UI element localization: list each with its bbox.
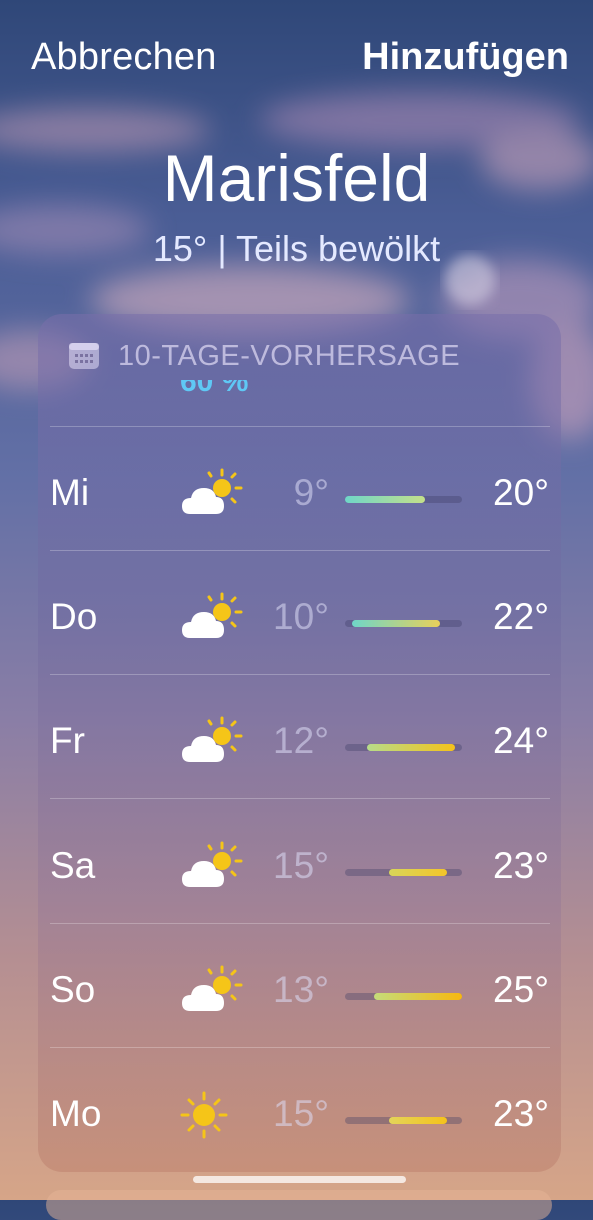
- high-temperature: 24°: [493, 720, 549, 761]
- partly-cloudy-icon: [182, 965, 243, 1011]
- temperature-range-fill: [345, 496, 426, 503]
- forecast-card[interactable]: 10-TAGE-VORHERSAGE 60 % Mi 9° 20° Do 10° 22° F…: [38, 314, 561, 1172]
- temperature-range-fill: [374, 993, 462, 1000]
- high-temperature: 23°: [493, 845, 549, 886]
- partly-cloudy-icon: [182, 592, 243, 638]
- temperature-range-bar: [345, 993, 462, 1000]
- sun-icon: [180, 1091, 228, 1139]
- navigation-bar: Abbrechen Hinzufügen: [0, 36, 593, 80]
- cancel-button[interactable]: Abbrechen: [31, 36, 217, 79]
- low-temperature: 15°: [273, 1093, 329, 1134]
- high-temperature: 22°: [493, 596, 549, 637]
- temperature-range-bar: [345, 496, 462, 503]
- temperature-range-bar: [345, 620, 462, 627]
- partly-cloudy-icon: [182, 716, 243, 762]
- low-temperature: 12°: [273, 720, 329, 761]
- temperature-range-fill: [352, 620, 441, 627]
- forecast-row-mi[interactable]: Mi 9° 20°: [38, 426, 561, 550]
- forecast-header-label: 10-TAGE-VORHERSAGE: [118, 339, 461, 372]
- high-temperature: 25°: [493, 969, 549, 1010]
- precipitation-peek: 60 %: [180, 380, 249, 398]
- calendar-icon: [69, 343, 99, 369]
- partly-cloudy-icon: [182, 468, 243, 514]
- temperature-range-bar: [345, 1117, 462, 1124]
- forecast-row-mo[interactable]: Mo 15° 23°: [38, 1047, 561, 1171]
- forecast-row-fr[interactable]: Fr 12° 24°: [38, 674, 561, 798]
- day-label: Sa: [50, 845, 96, 886]
- temperature-range-bar: [345, 869, 462, 876]
- day-label: Mi: [50, 472, 90, 513]
- temperature-range-fill: [366, 744, 455, 751]
- low-temperature: 15°: [273, 845, 329, 886]
- forecast-row-sa[interactable]: Sa 15° 23°: [38, 799, 561, 923]
- forecast-row-so[interactable]: So 13° 25°: [38, 923, 561, 1047]
- temperature-range-fill: [388, 1117, 448, 1124]
- next-card-peek: [46, 1190, 552, 1220]
- city-name: Marisfeld: [162, 141, 431, 215]
- day-label: Do: [50, 596, 98, 637]
- current-conditions: 15° | Teils bewölkt: [152, 228, 441, 269]
- forecast-header: 10-TAGE-VORHERSAGE: [68, 340, 460, 372]
- add-button[interactable]: Hinzufügen: [362, 36, 569, 79]
- home-indicator[interactable]: [193, 1176, 406, 1183]
- day-label: Fr: [50, 720, 85, 761]
- high-temperature: 23°: [493, 1093, 549, 1134]
- low-temperature: 10°: [273, 596, 329, 637]
- high-temperature: 20°: [493, 472, 549, 513]
- low-temperature: 13°: [273, 969, 329, 1010]
- forecast-row-do[interactable]: Do 10° 22°: [38, 550, 561, 674]
- temperature-range-bar: [345, 744, 462, 751]
- temperature-range-fill: [388, 869, 448, 876]
- low-temperature: 9°: [293, 472, 329, 513]
- day-label: Mo: [50, 1093, 102, 1134]
- day-label: So: [50, 969, 96, 1010]
- partly-cloudy-icon: [182, 841, 243, 887]
